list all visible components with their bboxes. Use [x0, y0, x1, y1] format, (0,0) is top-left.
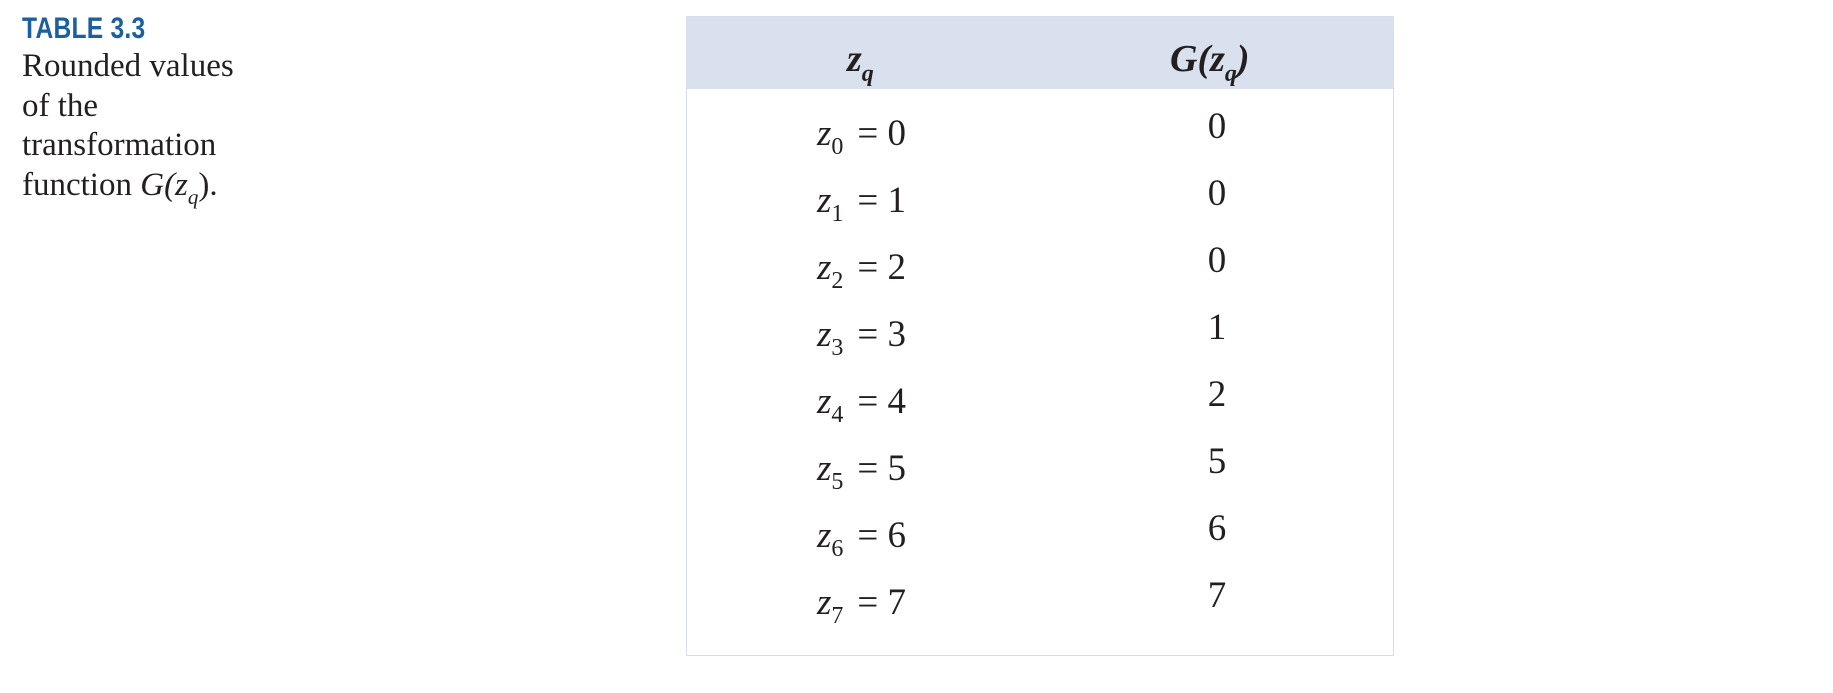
- cell-z-var: z: [817, 180, 832, 221]
- caption-function-subscript: q: [187, 184, 199, 209]
- data-table: zq G(zq) z0 = 0 0 z1 = 1 0 z2 = 2 0 z3 = 3 1…: [686, 16, 1394, 656]
- caption-line: Rounded values: [22, 48, 234, 84]
- cell-z-var: z: [817, 113, 832, 154]
- table-row: z7 = 7 7: [687, 575, 1393, 648]
- caption-line: of the: [22, 87, 99, 124]
- cell-gzq: 0: [1207, 173, 1227, 214]
- table-row: z5 = 5 5: [687, 441, 1393, 514]
- header-g-subscript: q: [1224, 61, 1237, 87]
- cell-z-var: z: [817, 582, 832, 623]
- table-row: z3 = 3 1: [687, 307, 1393, 380]
- cell-z-subscript: 0: [831, 134, 844, 160]
- caption-line: transformation: [22, 127, 217, 163]
- cell-gzq: 0: [1207, 106, 1227, 147]
- cell-z-subscript: 2: [831, 268, 844, 294]
- table-caption: TABLE 3.3 Rounded values of the transfor…: [22, 10, 322, 209]
- cell-z-subscript: 5: [831, 469, 844, 495]
- cell-z-value: = 0: [857, 113, 907, 154]
- table-label: TABLE 3.3: [22, 12, 146, 45]
- cell-zq: z2 = 2: [817, 246, 906, 294]
- table-row: z1 = 1 0: [687, 173, 1393, 246]
- cell-z-subscript: 6: [831, 536, 844, 562]
- cell-gzq: 6: [1207, 508, 1227, 549]
- cell-z-value: = 7: [857, 582, 907, 623]
- cell-z-subscript: 7: [831, 603, 844, 629]
- cell-z-value: = 3: [857, 314, 907, 355]
- header-g-close: ): [1236, 38, 1250, 80]
- cell-z-value: = 4: [857, 381, 907, 422]
- cell-gzq: 5: [1207, 441, 1227, 482]
- table-row: z6 = 6 6: [687, 508, 1393, 581]
- header-gzq: G(zq): [1170, 37, 1250, 87]
- cell-zq: z3 = 3: [817, 313, 906, 361]
- cell-z-var: z: [817, 314, 832, 355]
- header-zq-subscript: q: [861, 61, 874, 87]
- cell-z-value: = 2: [857, 247, 907, 288]
- cell-z-value: = 5: [857, 448, 907, 489]
- table-row: z4 = 4 2: [687, 374, 1393, 447]
- cell-zq: z1 = 1: [817, 179, 906, 227]
- table-header: zq G(zq): [687, 17, 1393, 89]
- cell-z-var: z: [817, 247, 832, 288]
- cell-z-var: z: [817, 448, 832, 489]
- cell-z-subscript: 4: [831, 402, 844, 428]
- cell-z-subscript: 3: [831, 335, 844, 361]
- header-zq-var: z: [847, 38, 862, 80]
- table-row: z0 = 0 0: [687, 106, 1393, 179]
- cell-gzq: 7: [1207, 575, 1227, 616]
- caption-word: function: [22, 166, 132, 203]
- cell-z-var: z: [817, 381, 832, 422]
- cell-gzq: 1: [1207, 307, 1227, 348]
- cell-zq: z5 = 5: [817, 447, 906, 495]
- cell-gzq: 2: [1207, 374, 1227, 415]
- cell-z-value: = 6: [857, 515, 907, 556]
- caption-function-close: ).: [198, 166, 218, 203]
- cell-z-subscript: 1: [831, 201, 844, 227]
- table-row: z2 = 2 0: [687, 240, 1393, 313]
- cell-zq: z7 = 7: [817, 581, 906, 629]
- cell-z-var: z: [817, 515, 832, 556]
- cell-gzq: 0: [1207, 240, 1227, 281]
- header-g-open: G(z: [1170, 38, 1225, 80]
- cell-zq: z6 = 6: [817, 514, 906, 562]
- cell-zq: z4 = 4: [817, 380, 906, 428]
- header-zq: zq: [847, 37, 874, 87]
- cell-zq: z0 = 0: [817, 112, 906, 160]
- caption-text: Rounded values of the transformation fun…: [22, 47, 322, 209]
- caption-line-function: function G(zq).: [22, 166, 322, 209]
- cell-z-value: = 1: [857, 180, 907, 221]
- caption-function-name: G(z: [140, 166, 188, 203]
